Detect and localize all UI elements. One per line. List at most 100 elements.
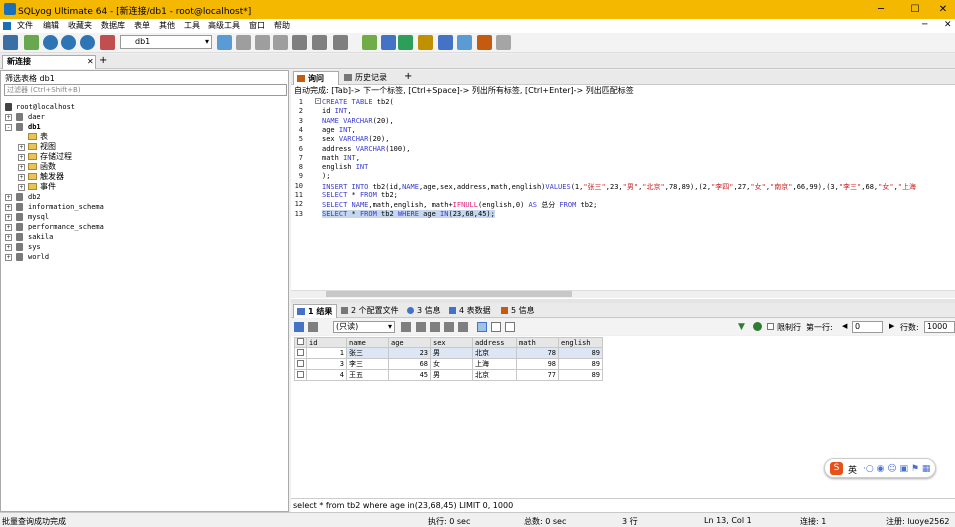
table-cell[interactable]: 68 bbox=[388, 358, 431, 370]
user-icon[interactable] bbox=[217, 35, 232, 50]
expander-icon[interactable]: - bbox=[5, 124, 12, 131]
code-line[interactable]: id INT, bbox=[322, 107, 352, 115]
expander-icon[interactable]: + bbox=[5, 204, 12, 211]
save-icon[interactable] bbox=[430, 322, 440, 332]
database-select[interactable]: db1 ▾ bbox=[120, 35, 212, 49]
ime-lang[interactable]: 英 bbox=[848, 463, 857, 476]
table-cell[interactable]: 89 bbox=[558, 347, 603, 359]
delete-icon[interactable] bbox=[444, 322, 454, 332]
first-row-input[interactable]: 0 bbox=[852, 321, 883, 333]
table-cell[interactable]: 北京 bbox=[472, 369, 517, 381]
row-select-cell[interactable] bbox=[294, 347, 307, 359]
prev-icon[interactable]: ◀ bbox=[842, 322, 847, 330]
backup-icon[interactable] bbox=[236, 35, 251, 50]
expander-icon[interactable]: + bbox=[18, 144, 25, 151]
expander-icon[interactable]: + bbox=[5, 214, 12, 221]
cancel-icon[interactable] bbox=[458, 322, 468, 332]
menu-window[interactable]: 窗口 bbox=[249, 20, 265, 31]
new-connection-icon[interactable] bbox=[3, 35, 18, 50]
table-cell[interactable]: 上海 bbox=[472, 358, 517, 370]
settings-icon[interactable] bbox=[496, 35, 511, 50]
code-line[interactable]: CREATE TABLE tb2( bbox=[322, 98, 394, 106]
form-icon[interactable] bbox=[312, 35, 327, 50]
table-cell[interactable]: 23 bbox=[388, 347, 431, 359]
text-icon[interactable] bbox=[333, 35, 348, 50]
limit-checkbox[interactable] bbox=[767, 323, 774, 332]
grid-mode-icon[interactable] bbox=[477, 322, 487, 332]
column-header-address[interactable]: address bbox=[472, 337, 517, 348]
table-cell[interactable]: 男 bbox=[430, 347, 473, 359]
menu-tools[interactable]: 工具 bbox=[184, 20, 200, 31]
table-cell[interactable]: 89 bbox=[558, 369, 603, 381]
table-cell[interactable]: 89 bbox=[558, 358, 603, 370]
table-cell[interactable]: 王五 bbox=[346, 369, 389, 381]
grid-icon[interactable] bbox=[292, 35, 307, 50]
expander-icon[interactable]: + bbox=[18, 184, 25, 191]
ime-buttons-icon[interactable]: ·○ ◉ ☺ ▣ ⚑ ▦ bbox=[863, 464, 930, 474]
monitor-icon[interactable] bbox=[457, 35, 472, 50]
table-cell[interactable]: 45 bbox=[388, 369, 431, 381]
code-line[interactable]: sex VARCHAR(20), bbox=[322, 135, 389, 143]
code-line[interactable]: address VARCHAR(100), bbox=[322, 145, 411, 153]
menu-help[interactable]: 帮助 bbox=[274, 20, 290, 31]
table-row[interactable]: 4 王五 45 男北京 77 89 bbox=[294, 369, 603, 381]
execute-icon[interactable] bbox=[43, 35, 58, 50]
mdi-close-icon[interactable]: ✕ bbox=[944, 20, 952, 30]
schema-icon[interactable] bbox=[100, 35, 115, 50]
copy-db-icon[interactable] bbox=[381, 35, 396, 50]
select-all-cell[interactable] bbox=[294, 337, 307, 348]
rows-input[interactable]: 1000 bbox=[924, 321, 955, 333]
table-cell[interactable]: 李三 bbox=[346, 358, 389, 370]
expander-icon[interactable]: + bbox=[18, 164, 25, 171]
row-select-cell[interactable] bbox=[294, 358, 307, 370]
menu-advanced-tools[interactable]: 高级工具 bbox=[208, 20, 240, 31]
maximize-button[interactable]: ☐ bbox=[900, 0, 930, 19]
code-line[interactable]: math INT, bbox=[322, 154, 360, 162]
column-header-age[interactable]: age bbox=[388, 337, 431, 348]
table-cell[interactable]: 北京 bbox=[472, 347, 517, 359]
table-cell[interactable]: 3 bbox=[306, 358, 347, 370]
tab-profile[interactable]: 2 个配置文件 bbox=[339, 304, 405, 318]
sync-icon[interactable] bbox=[362, 35, 377, 50]
column-header-sex[interactable]: sex bbox=[430, 337, 473, 348]
query-builder-icon[interactable] bbox=[438, 35, 453, 50]
table-cell[interactable]: 男 bbox=[430, 369, 473, 381]
readonly-select[interactable]: (只读) ▾ bbox=[333, 321, 395, 333]
column-header-english[interactable]: english bbox=[558, 337, 603, 348]
column-header-math[interactable]: math bbox=[516, 337, 559, 348]
funnel-icon[interactable]: ▼ bbox=[738, 322, 745, 332]
table-cell[interactable]: 77 bbox=[516, 369, 559, 381]
filter-input[interactable]: 过滤器 (Ctrl+Shift+B) bbox=[4, 84, 287, 96]
expander-icon[interactable]: + bbox=[5, 194, 12, 201]
form-mode-icon[interactable] bbox=[491, 322, 501, 332]
refresh-icon[interactable] bbox=[24, 35, 39, 50]
code-line[interactable]: SELECT * FROM tb2 WHERE age IN(23,68,45)… bbox=[322, 209, 495, 218]
expander-icon[interactable]: + bbox=[18, 174, 25, 181]
scheduler-icon[interactable] bbox=[418, 35, 433, 50]
code-line[interactable]: age INT, bbox=[322, 126, 356, 134]
add-query-tab-button[interactable]: + bbox=[404, 71, 412, 82]
table-cell[interactable]: 张三 bbox=[346, 347, 389, 359]
fold-icon[interactable]: - bbox=[315, 98, 321, 104]
add-tab-button[interactable]: + bbox=[99, 55, 107, 66]
code-line[interactable]: INSERT INTO tb2(id,NAME,age,sex,address,… bbox=[322, 182, 916, 192]
export-icon[interactable] bbox=[401, 322, 411, 332]
expander-icon[interactable]: + bbox=[5, 234, 12, 241]
code-line[interactable]: SELECT * FROM tb2; bbox=[322, 191, 398, 199]
code-line[interactable]: NAME VARCHAR(20), bbox=[322, 117, 394, 125]
tab-history[interactable]: 历史记录 bbox=[341, 71, 405, 85]
expander-icon[interactable]: + bbox=[5, 114, 12, 121]
profiler-icon[interactable] bbox=[477, 35, 492, 50]
menu-edit[interactable]: 编辑 bbox=[43, 20, 59, 31]
expander-icon[interactable]: + bbox=[5, 224, 12, 231]
expander-icon[interactable]: + bbox=[5, 254, 12, 261]
close-button[interactable]: ✕ bbox=[928, 0, 955, 19]
copy-icon[interactable] bbox=[416, 322, 426, 332]
table-cell[interactable]: 98 bbox=[516, 358, 559, 370]
row-select-cell[interactable] bbox=[294, 369, 307, 381]
text-mode-icon[interactable] bbox=[505, 322, 515, 332]
tab-info[interactable]: 5 信息 bbox=[499, 304, 539, 318]
expander-icon[interactable]: + bbox=[5, 244, 12, 251]
table-row[interactable]: 1 张三 23 男北京 78 89 bbox=[294, 347, 603, 359]
mdi-minimize-icon[interactable]: ─ bbox=[922, 20, 927, 30]
